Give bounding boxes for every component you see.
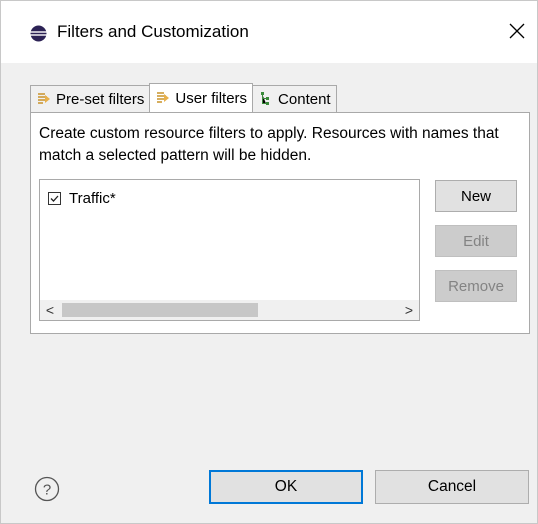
tab-label: Content — [278, 90, 331, 108]
help-button[interactable]: ? — [34, 476, 60, 502]
cancel-button[interactable]: Cancel — [375, 470, 529, 504]
tab-bar: Pre-set filters User filters Content — [30, 83, 337, 113]
remove-button[interactable]: Remove — [435, 270, 517, 302]
help-icon: ? — [34, 476, 60, 502]
tab-user-filters[interactable]: User filters — [149, 83, 254, 112]
svg-text:?: ? — [43, 482, 51, 499]
tab-label: User filters — [175, 89, 248, 107]
scroll-left-arrow-icon[interactable]: < — [40, 300, 60, 320]
checkmark-icon — [50, 195, 59, 202]
horizontal-scrollbar[interactable]: < > — [40, 300, 419, 320]
description-text: Create custom resource filters to apply.… — [39, 125, 499, 164]
dialog-window: Filters and Customization Pre-set filter… — [0, 0, 538, 524]
list-item[interactable]: Traffic* — [48, 190, 116, 207]
tab-label: Pre-set filters — [56, 90, 145, 108]
close-icon — [509, 23, 525, 39]
filter-label: Traffic* — [69, 190, 116, 207]
eclipse-logo-icon — [30, 25, 47, 42]
ok-button[interactable]: OK — [209, 470, 363, 504]
filter-icon — [36, 91, 52, 107]
window-title: Filters and Customization — [57, 22, 249, 41]
filter-icon — [155, 90, 171, 106]
edit-button[interactable]: Edit — [435, 225, 517, 257]
new-button[interactable]: New — [435, 180, 517, 212]
filter-checkbox[interactable] — [48, 192, 61, 205]
title-bar: Filters and Customization — [1, 1, 537, 63]
user-filters-panel: Create custom resource filters to apply.… — [30, 112, 530, 334]
scrollbar-thumb[interactable] — [62, 303, 258, 317]
content-tree-icon — [258, 91, 274, 107]
close-button[interactable] — [497, 11, 537, 51]
tab-preset-filters[interactable]: Pre-set filters — [30, 85, 151, 112]
filter-list[interactable]: Traffic* < > — [39, 179, 420, 321]
tab-content[interactable]: Content — [252, 85, 337, 112]
scroll-right-arrow-icon[interactable]: > — [399, 300, 419, 320]
